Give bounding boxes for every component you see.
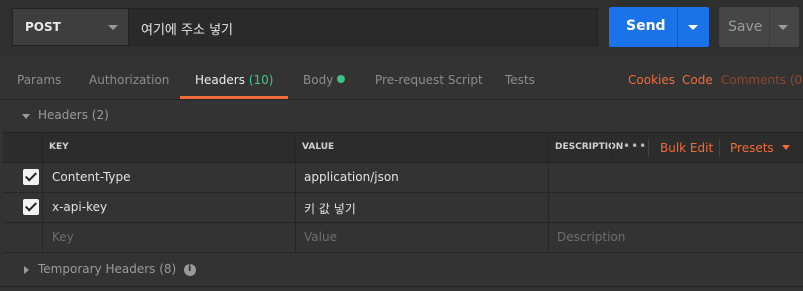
body-status-dot-icon — [337, 75, 346, 83]
table-header-row: KEY VALUE DESCRIPTION ••• Bulk Edit Pres… — [3, 132, 803, 163]
save-label: Save — [728, 19, 763, 35]
chevron-down-icon — [108, 25, 118, 30]
header-key-cell[interactable]: Content-Type — [52, 170, 131, 184]
more-options-icon[interactable]: ••• — [623, 139, 647, 153]
column-description: DESCRIPTION — [555, 142, 624, 152]
send-label: Send — [626, 18, 666, 34]
info-icon[interactable] — [184, 263, 196, 276]
request-tabs: Params Authorization Headers (10) Body P… — [0, 56, 803, 100]
column-value: VALUE — [302, 142, 335, 152]
tab-headers-count: (10) — [248, 73, 274, 87]
new-key-input[interactable]: Key — [52, 230, 74, 244]
tab-body[interactable]: Body — [303, 73, 346, 87]
comments-link[interactable]: Comments (0) — [721, 73, 803, 87]
chevron-down-icon — [781, 145, 790, 150]
save-split-divider — [769, 7, 770, 47]
tab-authorization[interactable]: Authorization — [89, 73, 169, 87]
table-row-new: Key Value Description — [3, 223, 803, 253]
header-value-cell[interactable]: application/json — [304, 170, 399, 184]
tab-pre-request-script[interactable]: Pre-request Script — [375, 73, 483, 87]
url-input[interactable]: 여기에 주소 넣기 — [128, 8, 598, 46]
send-button[interactable]: Send — [609, 7, 709, 47]
tab-body-label: Body — [303, 73, 334, 87]
bulk-edit-button[interactable]: Bulk Edit — [660, 141, 713, 155]
code-link[interactable]: Code — [682, 73, 713, 87]
action-divider — [648, 139, 649, 157]
headers-section-label: Headers (2) — [38, 108, 109, 122]
temporary-headers-title[interactable]: Temporary Headers (8) — [22, 262, 176, 276]
table-row: Content-Type application/json — [3, 163, 803, 193]
column-divider — [42, 132, 43, 253]
method-select[interactable]: POST — [12, 8, 128, 46]
cookies-link[interactable]: Cookies — [628, 73, 675, 87]
temporary-headers-label: Temporary Headers (8) — [38, 262, 177, 276]
active-tab-underline — [180, 96, 288, 99]
action-divider — [719, 139, 720, 157]
tab-headers-label: Headers — [195, 73, 245, 87]
send-split-divider — [677, 7, 678, 47]
url-value: 여기에 주소 넣기 — [141, 23, 233, 38]
table-row: x-api-key 키 값 넣기 — [3, 193, 803, 223]
tab-headers[interactable]: Headers (10) — [195, 73, 273, 87]
headers-table: KEY VALUE DESCRIPTION ••• Bulk Edit Pres… — [3, 132, 803, 253]
chevron-down-icon[interactable] — [778, 25, 788, 30]
column-divider — [611, 132, 612, 163]
header-value-cell[interactable]: 키 값 넣기 — [304, 200, 356, 217]
chevron-down-icon[interactable] — [688, 25, 698, 30]
new-value-input[interactable]: Value — [304, 230, 337, 244]
save-button[interactable]: Save — [719, 7, 799, 47]
presets-button[interactable]: Presets — [730, 141, 790, 155]
headers-section-title[interactable]: Headers (2) — [22, 108, 109, 122]
checkbox-checked-icon[interactable] — [23, 199, 39, 215]
tab-tests[interactable]: Tests — [505, 73, 535, 87]
new-description-input[interactable]: Description — [557, 230, 625, 244]
column-key: KEY — [49, 142, 69, 152]
request-bar: POST 여기에 주소 넣기 Send Save — [0, 0, 803, 56]
bottom-divider — [0, 286, 803, 287]
column-divider — [548, 132, 549, 253]
tab-params[interactable]: Params — [17, 73, 61, 87]
header-key-cell[interactable]: x-api-key — [52, 200, 107, 214]
column-divider — [295, 132, 296, 253]
presets-label: Presets — [730, 141, 774, 155]
method-label: POST — [25, 20, 61, 34]
checkbox-checked-icon[interactable] — [23, 169, 39, 185]
